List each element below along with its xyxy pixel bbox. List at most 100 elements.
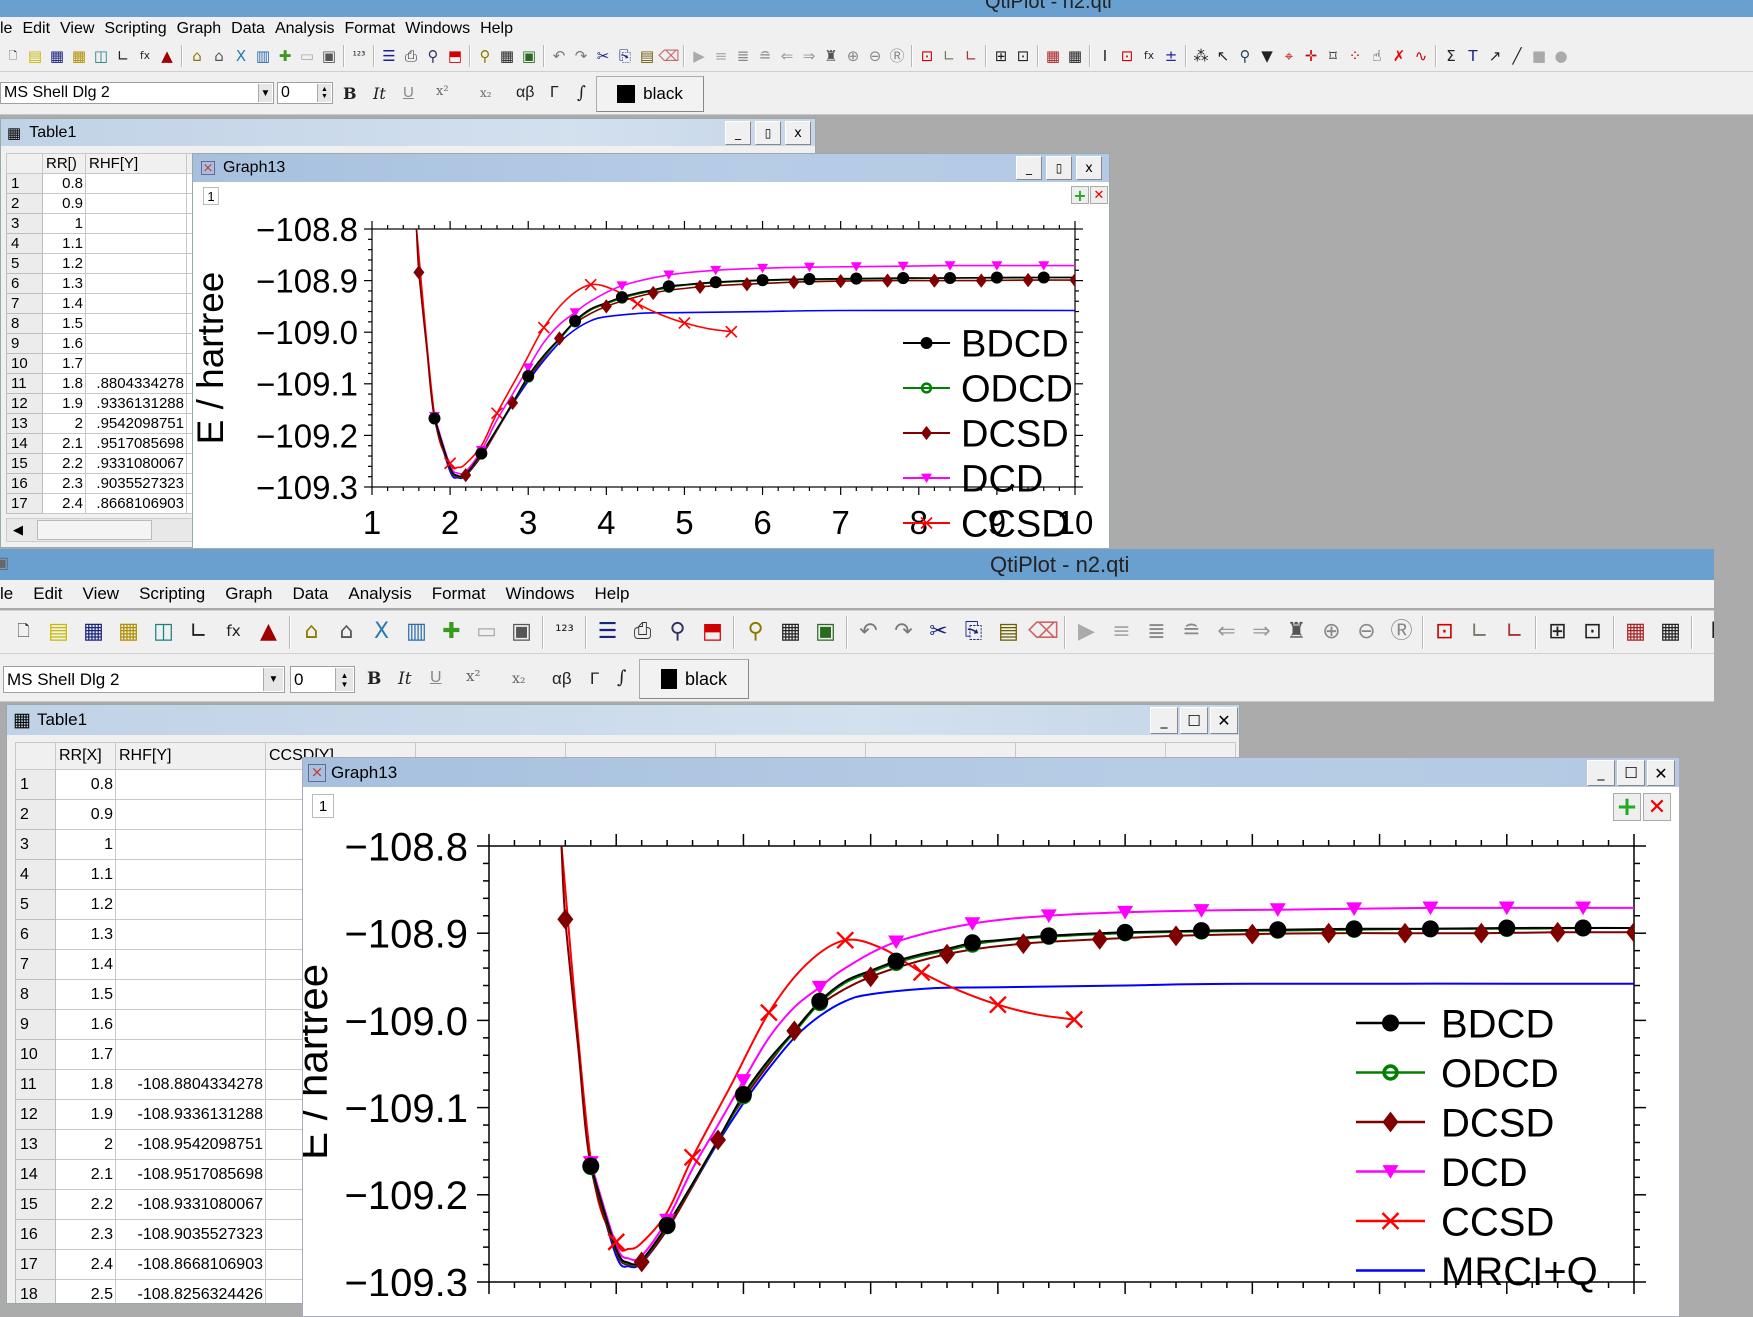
new-function-icon[interactable]: fx xyxy=(219,618,248,647)
cell-rhf[interactable]: .9331080067 xyxy=(85,453,187,474)
superscript-button[interactable]: x² xyxy=(436,84,449,99)
add-function-curve-icon[interactable]: ▦ xyxy=(1621,618,1650,647)
new-project-icon[interactable]: 🗋 xyxy=(4,47,22,65)
cell-rr[interactable]: 1.3 xyxy=(55,919,116,950)
cell-rr[interactable]: 2.4 xyxy=(55,1249,116,1280)
dropdown-icon[interactable]: ▼ xyxy=(1258,47,1276,65)
maximize-button[interactable]: ☐ xyxy=(1617,760,1645,786)
cut-icon[interactable]: ✂ xyxy=(594,47,612,65)
error-bars-icon[interactable]: I xyxy=(1699,618,1714,647)
menu-edit[interactable]: Edit xyxy=(17,20,55,38)
shift-left-icon[interactable]: ⇐ xyxy=(1212,618,1241,647)
tile-windows-icon[interactable]: ☰ xyxy=(593,618,622,647)
row-number[interactable]: 3 xyxy=(15,829,56,860)
new-3d-plot-icon[interactable]: ▲ xyxy=(254,618,283,647)
auto-scale-icon[interactable]: ⊡ xyxy=(1578,618,1607,647)
graph13-title-bar[interactable]: ⨯ Graph13 _ ▯ x xyxy=(193,154,1109,182)
row-number[interactable]: 6 xyxy=(15,919,56,950)
cell-rr[interactable]: 1.7 xyxy=(55,1039,116,1070)
font-size-spinner[interactable]: 0 ▲ ▼ xyxy=(290,666,355,693)
clear-icon[interactable]: ⌫ xyxy=(1028,618,1059,647)
save-project-icon[interactable]: ▭ xyxy=(472,618,501,647)
add-layer-icon[interactable]: ⊡ xyxy=(1430,618,1459,647)
cell-rr[interactable]: 0.9 xyxy=(42,193,86,214)
cell-rr[interactable]: 2.2 xyxy=(42,453,86,474)
row-number[interactable]: 8 xyxy=(6,313,43,334)
cell-rhf[interactable]: -108.8256324426 xyxy=(115,1279,266,1303)
greek-button[interactable]: αβ xyxy=(516,84,534,102)
row-number[interactable]: 1 xyxy=(15,769,56,800)
subscript-button[interactable]: x₂ xyxy=(480,86,492,100)
cell-rr[interactable]: 1.2 xyxy=(42,253,86,274)
cell-rhf[interactable] xyxy=(115,829,266,860)
menu-format[interactable]: Format xyxy=(340,20,401,38)
append-project-icon[interactable]: ✚ xyxy=(437,618,466,647)
menu-help[interactable]: Help xyxy=(585,584,640,604)
row-number[interactable]: 18 xyxy=(15,1279,56,1303)
cell-rr[interactable]: 2.1 xyxy=(55,1159,116,1190)
cell-rr[interactable]: 1.1 xyxy=(42,233,86,254)
remove-bad-points-icon[interactable]: ⁘ xyxy=(1346,47,1364,65)
menu-graph[interactable]: Graph xyxy=(215,584,282,604)
execute-icon[interactable]: ≡ xyxy=(1107,618,1136,647)
zoom-out-icon[interactable]: ⊖ xyxy=(866,47,884,65)
cell-rr[interactable]: 1.6 xyxy=(55,1009,116,1040)
add-axes-icon[interactable]: ∟ xyxy=(1465,618,1494,647)
open-template-icon[interactable]: ⌂ xyxy=(332,618,361,647)
cell-rr[interactable]: 1.4 xyxy=(55,949,116,980)
save-template-icon[interactable]: ▣ xyxy=(320,47,338,65)
spin-arrows-icon[interactable]: ▲ ▼ xyxy=(335,668,353,691)
cell-rhf[interactable] xyxy=(85,193,187,214)
redo-icon[interactable]: ↷ xyxy=(889,618,918,647)
corner-header[interactable] xyxy=(6,153,43,174)
cell-rhf[interactable]: .9035527323 xyxy=(85,473,187,494)
maximize-button[interactable]: ▯ xyxy=(1046,156,1072,180)
cell-rhf[interactable]: -108.9331080067 xyxy=(115,1189,266,1220)
cell-rhf[interactable] xyxy=(85,333,187,354)
zoom-reset-icon[interactable]: Ⓡ xyxy=(888,47,906,65)
new-function-icon[interactable]: fx xyxy=(136,47,154,65)
cell-rr[interactable]: 1.9 xyxy=(55,1099,116,1130)
cell-rhf[interactable] xyxy=(115,799,266,830)
find-icon[interactable]: ♜ xyxy=(1282,618,1311,647)
column-header[interactable]: RHF[Y] xyxy=(85,153,187,174)
scrollbar-thumb[interactable] xyxy=(37,520,152,540)
row-number[interactable]: 13 xyxy=(15,1129,56,1160)
cell-rr[interactable]: 1.3 xyxy=(42,273,86,294)
shift-left-icon[interactable]: ⇐ xyxy=(778,47,796,65)
cell-rhf[interactable]: .8668106903 xyxy=(85,493,187,514)
export-pdf-icon[interactable]: ⬒ xyxy=(698,618,727,647)
cell-rr[interactable]: 1.2 xyxy=(55,889,116,920)
minimize-button[interactable]: _ xyxy=(725,121,751,145)
row-number[interactable]: 17 xyxy=(6,493,43,514)
cell-rr[interactable]: 0.9 xyxy=(55,799,116,830)
add-curve-icon[interactable]: ∟ xyxy=(962,47,980,65)
cell-rhf[interactable] xyxy=(115,979,266,1010)
minimize-button[interactable]: _ xyxy=(1150,707,1178,734)
text-tool-icon[interactable]: T xyxy=(1464,47,1482,65)
chevron-down-icon[interactable]: ▼ xyxy=(258,84,272,102)
table1-title-bar[interactable]: ▦ Table1 _ ☐ ✕ xyxy=(7,705,1239,735)
import-excel-icon[interactable]: X xyxy=(232,47,250,65)
cell-rr[interactable]: 1.4 xyxy=(42,293,86,314)
menu-scripting[interactable]: Scripting xyxy=(99,20,171,38)
font-combo[interactable]: MS Shell Dlg 2 ▼ xyxy=(3,666,285,693)
add-function-curve-icon[interactable]: ▦ xyxy=(1044,47,1062,65)
data-picker-icon[interactable]: ✛ xyxy=(1302,47,1320,65)
cell-rhf[interactable]: .9336131288 xyxy=(85,393,187,414)
print-icon[interactable]: ⎙ xyxy=(628,618,657,647)
paste-icon[interactable]: ▤ xyxy=(638,47,656,65)
layer-geometry-icon[interactable]: ▦ xyxy=(1656,618,1685,647)
execute-icon[interactable]: ≡ xyxy=(712,47,730,65)
minimize-button[interactable]: _ xyxy=(1016,156,1042,180)
cell-rhf[interactable] xyxy=(115,859,266,890)
menu-windows[interactable]: Windows xyxy=(400,20,475,38)
add-column-icon[interactable]: ¹²³ xyxy=(550,618,579,647)
cell-rhf[interactable] xyxy=(115,769,266,800)
greek-upper-button[interactable]: Γ xyxy=(550,84,559,102)
import-excel-icon[interactable]: X xyxy=(367,618,396,647)
menu-view[interactable]: View xyxy=(55,20,99,38)
cut-icon[interactable]: ✂ xyxy=(924,618,953,647)
chevron-down-icon[interactable]: ▼ xyxy=(263,668,283,691)
spin-arrows-icon[interactable]: ▲ ▼ xyxy=(317,84,331,102)
